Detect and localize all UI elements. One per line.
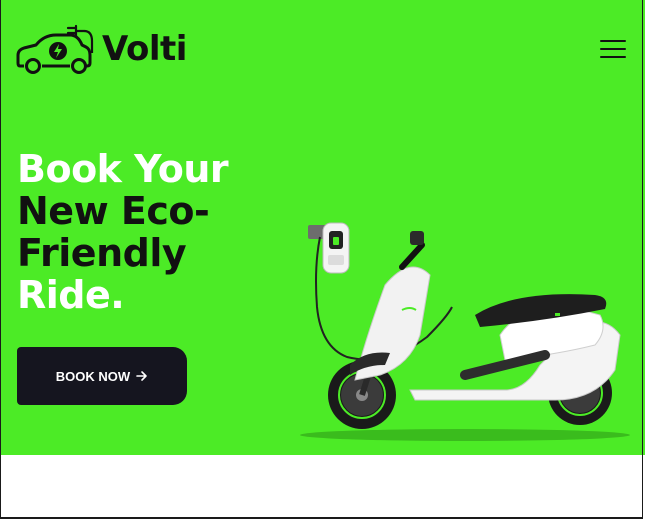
headline-line-1: Book Your — [17, 147, 229, 191]
ev-car-plug-icon — [16, 24, 94, 74]
hero-headline: Book Your New Eco- Friendly Ride. — [17, 148, 317, 316]
menu-bar — [600, 40, 626, 42]
brand-name: Volti — [102, 29, 187, 69]
hamburger-menu-icon[interactable] — [600, 40, 626, 58]
menu-bar — [600, 56, 626, 58]
menu-bar — [600, 48, 626, 50]
headline-line-4: Ride. — [17, 273, 125, 317]
arrow-right-icon — [136, 371, 147, 381]
book-now-label: BOOK NOW — [55, 368, 131, 384]
headline-line-2: New Eco- — [17, 189, 210, 233]
electric-scooter-image — [300, 222, 630, 441]
brand-logo[interactable]: Volti — [16, 24, 187, 74]
hero-section: Volti Book Your New Eco- Friendly Ride. … — [0, 0, 645, 455]
book-now-button[interactable]: BOOK NOW — [17, 347, 187, 405]
headline-line-3: Friendly — [17, 231, 187, 275]
